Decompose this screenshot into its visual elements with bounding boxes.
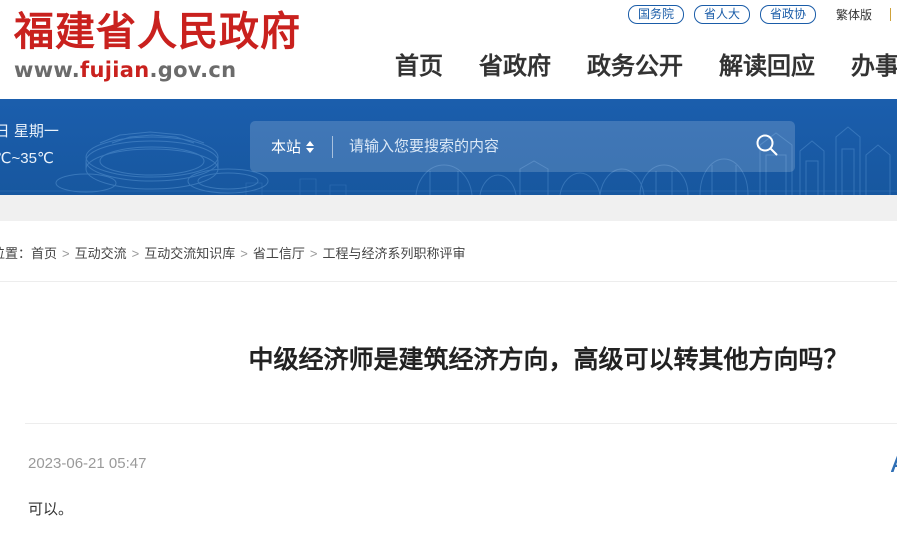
search-button[interactable] [739,121,795,172]
toplink-guowuyuan[interactable]: 国务院 [627,4,684,24]
date-weather-block: 26日 星期一 26℃~35℃ [0,118,59,172]
logo-url: www.fujian.gov.cn [14,58,344,82]
page-root: 福建省人民政府 www.fujian.gov.cn 国务院 省人大 省政协 繁体… [0,0,897,543]
breadcrumb-item-department[interactable]: 省工信厅 [253,246,305,261]
search-input[interactable] [349,138,739,155]
breadcrumb-prefix: 位置： [0,246,32,261]
page-title: 中级经济师是建筑经济方向，高级可以转其他方向吗？ [248,345,849,374]
main-content: 位置：首页 > 互动交流 > 互动交流知识库 > 省工信厅 > 工程与经济系列职称评审 中级经济… [0,221,897,543]
main-navigation: 首页 省政府 政务公开 解读回应 办事 [395,51,897,81]
toplink-shengzhengxie[interactable]: 省政协 [759,4,816,24]
logo-url-suffix: .gov.cn [149,58,237,82]
logo-url-prefix: www. [14,58,81,82]
banner-date: 26日 星期一 [0,123,59,140]
breadcrumb-item-interaction[interactable]: 互动交流 [75,246,127,261]
chevron-updown-icon [306,140,315,153]
banner-weather: 26℃~35℃ [0,150,54,167]
breadcrumb-item-current[interactable]: 工程与经济系列职称评审 [322,246,465,261]
breadcrumb-separator: > [131,246,140,261]
nav-item-provincial-government[interactable]: 省政府 [479,51,551,81]
breadcrumb-item-knowledge-base[interactable]: 互动交流知识库 [144,246,235,261]
breadcrumb-separator: > [240,246,248,261]
nav-item-government-affairs[interactable]: 政务公开 [587,51,683,81]
top-links: 国务院 省人大 省政协 繁体版 [627,4,891,24]
site-search-bar: 本站 [250,121,795,172]
toplink-separator [890,7,891,21]
breadcrumb-separator: > [309,246,318,261]
font-size-a-icon: A [891,449,897,479]
section-gray-strip [0,195,897,221]
nav-item-services[interactable]: 办事 [851,51,897,81]
site-logo[interactable]: 福建省人民政府 www.fujian.gov.cn [14,8,344,82]
logo-title: 福建省人民政府 [14,8,301,55]
article-timestamp: 2023-06-21 05:47 [28,455,147,472]
search-icon [754,132,780,161]
site-header: 福建省人民政府 www.fujian.gov.cn 国务院 省人大 省政协 繁体… [0,0,897,99]
search-scope-label: 本站 [271,139,302,156]
breadcrumb-separator: > [62,246,70,261]
content-divider-top [0,281,897,282]
search-scope-selector[interactable]: 本站 [271,136,315,157]
search-divider [332,135,334,158]
nav-item-home[interactable]: 首页 [395,51,443,81]
breadcrumb-item-home[interactable]: 首页 [31,246,57,261]
font-size-control[interactable]: A [891,449,897,479]
content-divider-middle [25,423,897,424]
article-meta-row: 2023-06-21 05:47 A [0,449,897,479]
article-body: 可以。 [28,501,74,518]
toplink-shengrenda[interactable]: 省人大 [693,4,750,24]
breadcrumb: 位置：首页 > 互动交流 > 互动交流知识库 > 省工信厅 > 工程与经济系列职称评审 [0,243,465,262]
nav-item-interpretation-response[interactable]: 解读回应 [719,51,815,81]
traditional-chinese-link[interactable]: 繁体版 [836,6,872,23]
logo-url-highlight: fujian [80,58,150,82]
